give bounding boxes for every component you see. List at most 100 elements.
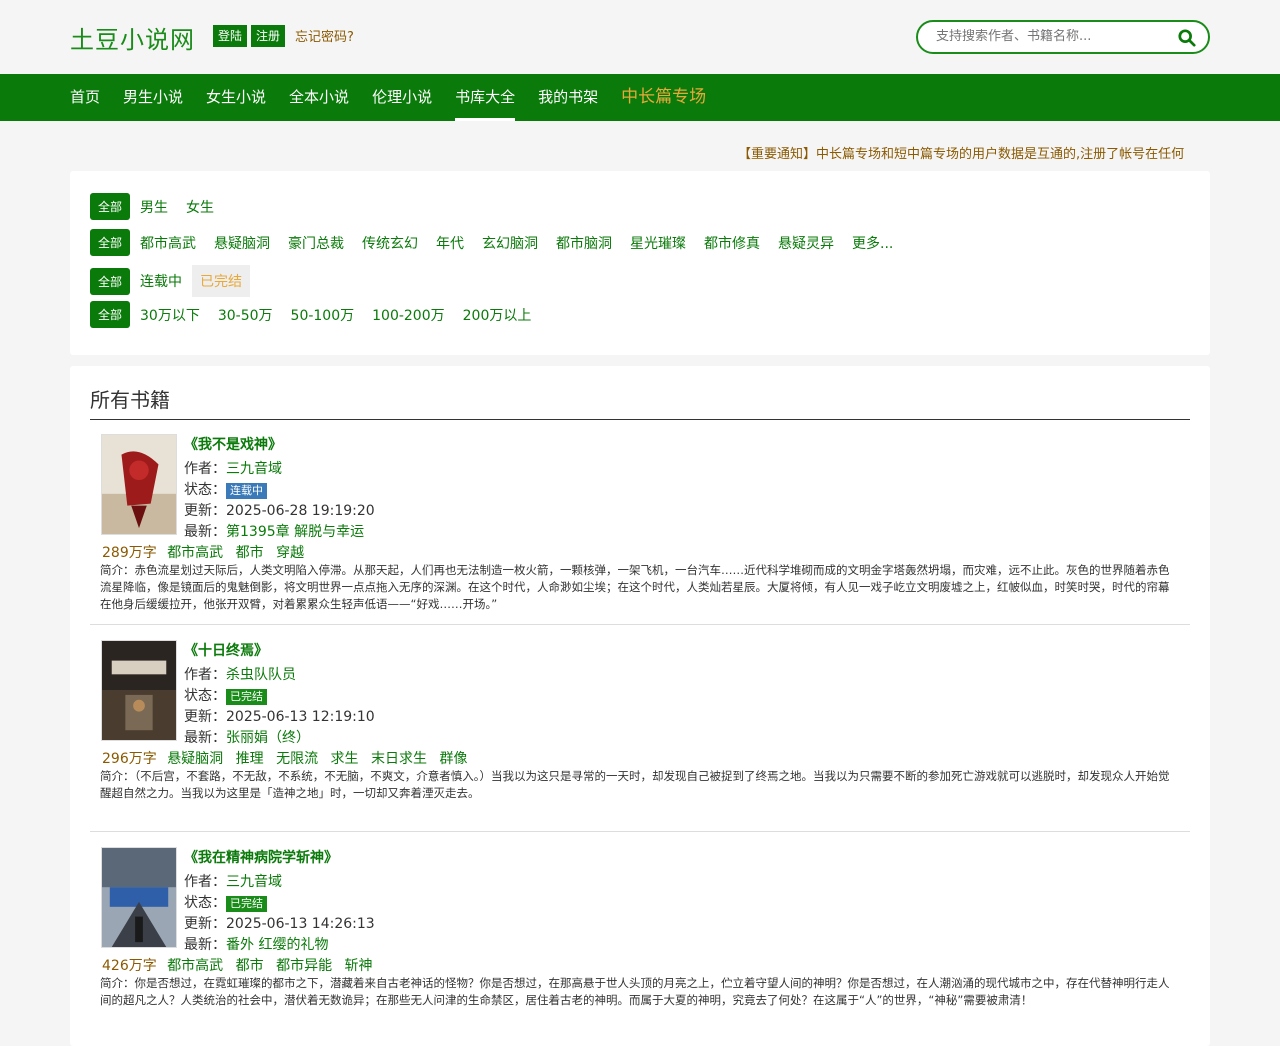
- filter-option[interactable]: 玄幻脑洞: [482, 233, 538, 253]
- filter-option[interactable]: 200万以上: [463, 305, 532, 325]
- update-label: 更新：: [184, 916, 226, 932]
- latest-chapter-link[interactable]: 张丽娟（终）: [226, 730, 310, 746]
- search-box: [916, 20, 1210, 54]
- book-tag[interactable]: 末日求生: [371, 751, 427, 767]
- filter-option[interactable]: 连载中: [140, 271, 182, 291]
- filter-option[interactable]: 豪门总裁: [288, 233, 344, 253]
- book-cover-image[interactable]: [101, 640, 177, 741]
- book-latest-line: 最新：张丽娟（终）: [184, 727, 310, 747]
- status-badge: 已完结: [226, 689, 267, 705]
- book-tag[interactable]: 求生: [331, 751, 359, 767]
- gender-filter-row: 全部 男生 女生: [90, 193, 232, 220]
- filter-option[interactable]: 年代: [436, 233, 464, 253]
- filter-option[interactable]: 都市高武: [140, 233, 196, 253]
- section-title: 所有书籍: [90, 388, 170, 412]
- book-author-link[interactable]: 三九音域: [226, 461, 282, 477]
- book-update-line: 更新：2025-06-13 12:19:10: [184, 706, 375, 726]
- status-badge: 连载中: [226, 483, 267, 499]
- intro-label: 简介：: [100, 976, 135, 990]
- book-status-line: 状态： 连载中: [184, 479, 267, 499]
- latest-label: 最新：: [184, 730, 226, 746]
- book-title-link[interactable]: 《我不是戏神》: [184, 434, 282, 454]
- filter-option[interactable]: 都市修真: [704, 233, 760, 253]
- book-intro: 简介：（不后宫，不套路，不无敌，不系统，不无脑，不爽文，介意者慎入。）当我以为这…: [100, 768, 1180, 802]
- book-tag[interactable]: 都市高武: [167, 958, 223, 974]
- filter-option[interactable]: 悬疑脑洞: [214, 233, 270, 253]
- book-tag[interactable]: 都市高武: [167, 545, 223, 561]
- nav-home[interactable]: 首页: [70, 74, 100, 121]
- update-time: 2025-06-13 12:19:10: [226, 709, 375, 725]
- filter-option[interactable]: 50-100万: [291, 305, 355, 325]
- nav-bookshelf[interactable]: 我的书架: [538, 74, 598, 121]
- book-latest-line: 最新：番外 红缨的礼物: [184, 934, 328, 954]
- book-cover-image[interactable]: [101, 847, 177, 948]
- filter-all-button[interactable]: 全部: [90, 229, 131, 256]
- book-tag[interactable]: 都市: [236, 958, 264, 974]
- book-tag[interactable]: 都市: [236, 545, 264, 561]
- item-divider: [90, 831, 1190, 832]
- book-title-link[interactable]: 《十日终焉》: [184, 640, 268, 660]
- book-author-line: 作者：三九音域: [184, 871, 282, 891]
- book-title-link[interactable]: 《我在精神病院学斩神》: [184, 847, 338, 867]
- update-label: 更新：: [184, 503, 226, 519]
- filter-all-button[interactable]: 全部: [90, 193, 131, 220]
- filter-all-button[interactable]: 全部: [90, 267, 131, 295]
- book-status-line: 状态： 已完结: [184, 892, 267, 912]
- register-button[interactable]: 注册: [251, 25, 286, 47]
- filter-option[interactable]: 男生: [140, 197, 168, 217]
- word-count: 296万字: [102, 751, 157, 767]
- filter-all-button[interactable]: 全部: [90, 301, 131, 328]
- notice-text[interactable]: 【重要通知】中长篇专场和短中篇专场的用户数据是互通的,注册了帐号在任何: [738, 143, 1212, 162]
- intro-text: （不后宫，不套路，不无敌，不系统，不无脑，不爽文，介意者慎入。）当我以为这只是寻…: [100, 769, 1170, 800]
- update-time: 2025-06-28 19:19:20: [226, 503, 375, 519]
- main-nav: 首页 男生小说 女生小说 全本小说 伦理小说 书库大全 我的书架 中长篇专场: [0, 74, 1280, 121]
- book-author-link[interactable]: 三九音域: [226, 874, 282, 890]
- latest-label: 最新：: [184, 937, 226, 953]
- filter-option[interactable]: 星光璀璨: [630, 233, 686, 253]
- book-tag[interactable]: 斩神: [345, 958, 373, 974]
- update-time: 2025-06-13 14:26:13: [226, 916, 375, 932]
- nav-female[interactable]: 女生小说: [206, 74, 266, 121]
- nav-ethics[interactable]: 伦理小说: [372, 74, 432, 121]
- book-author-line: 作者：三九音域: [184, 458, 282, 478]
- book-tag[interactable]: 群像: [439, 751, 467, 767]
- search-input[interactable]: [936, 29, 1166, 44]
- book-status-line: 状态： 已完结: [184, 685, 267, 705]
- filter-option[interactable]: 女生: [186, 197, 214, 217]
- filter-option[interactable]: 100-200万: [372, 305, 445, 325]
- book-cover-image[interactable]: [101, 434, 177, 535]
- site-logo[interactable]: 土豆小说网: [70, 20, 195, 55]
- nav-long-novels[interactable]: 中长篇专场: [621, 74, 706, 121]
- filter-more-link[interactable]: 更多...: [852, 233, 893, 253]
- filter-option[interactable]: 30-50万: [218, 305, 273, 325]
- latest-chapter-link[interactable]: 番外 红缨的礼物: [226, 937, 328, 953]
- status-label: 状态：: [184, 482, 226, 498]
- intro-text: 赤色流星划过天际后，人类文明陷入停滞。从那天起，人们再也无法制造一枚火箭，一颗核…: [100, 563, 1170, 611]
- filter-option[interactable]: 都市脑洞: [556, 233, 612, 253]
- filter-option-selected[interactable]: 已完结: [192, 265, 251, 297]
- book-tag[interactable]: 无限流: [276, 751, 318, 767]
- filter-option[interactable]: 传统玄幻: [362, 233, 418, 253]
- nav-library[interactable]: 书库大全: [455, 74, 516, 121]
- book-tag[interactable]: 推理: [236, 751, 264, 767]
- filter-panel: 全部 男生 女生 全部 都市高武 悬疑脑洞 豪门总裁 传统玄幻 年代 玄幻脑洞 …: [70, 171, 1210, 355]
- intro-label: 简介：: [100, 769, 135, 783]
- filter-option[interactable]: 悬疑灵异: [778, 233, 834, 253]
- filter-option[interactable]: 30万以下: [140, 305, 200, 325]
- book-tag[interactable]: 都市异能: [276, 958, 332, 974]
- login-button[interactable]: 登陆: [213, 25, 248, 47]
- nav-complete[interactable]: 全本小说: [289, 74, 349, 121]
- book-author-link[interactable]: 杀虫队队员: [226, 667, 296, 683]
- book-tag[interactable]: 穿越: [276, 545, 304, 561]
- latest-chapter-link[interactable]: 第1395章 解脱与幸运: [226, 524, 364, 540]
- search-icon[interactable]: [1178, 29, 1196, 47]
- book-intro: 简介：赤色流星划过天际后，人类文明陷入停滞。从那天起，人们再也无法制造一枚火箭，…: [100, 562, 1180, 613]
- book-tags: 426万字 都市高武 都市 都市异能 斩神: [102, 955, 381, 975]
- category-filter-row: 全部 都市高武 悬疑脑洞 豪门总裁 传统玄幻 年代 玄幻脑洞 都市脑洞 星光璀璨…: [90, 229, 911, 256]
- book-update-line: 更新：2025-06-28 19:19:20: [184, 500, 375, 520]
- book-tag[interactable]: 悬疑脑洞: [167, 751, 223, 767]
- words-filter-row: 全部 30万以下 30-50万 50-100万 100-200万 200万以上: [90, 301, 549, 328]
- top-header: 土豆小说网 登陆 注册 忘记密码?: [0, 0, 1280, 74]
- nav-male[interactable]: 男生小说: [123, 74, 183, 121]
- forgot-password-link[interactable]: 忘记密码?: [295, 26, 354, 45]
